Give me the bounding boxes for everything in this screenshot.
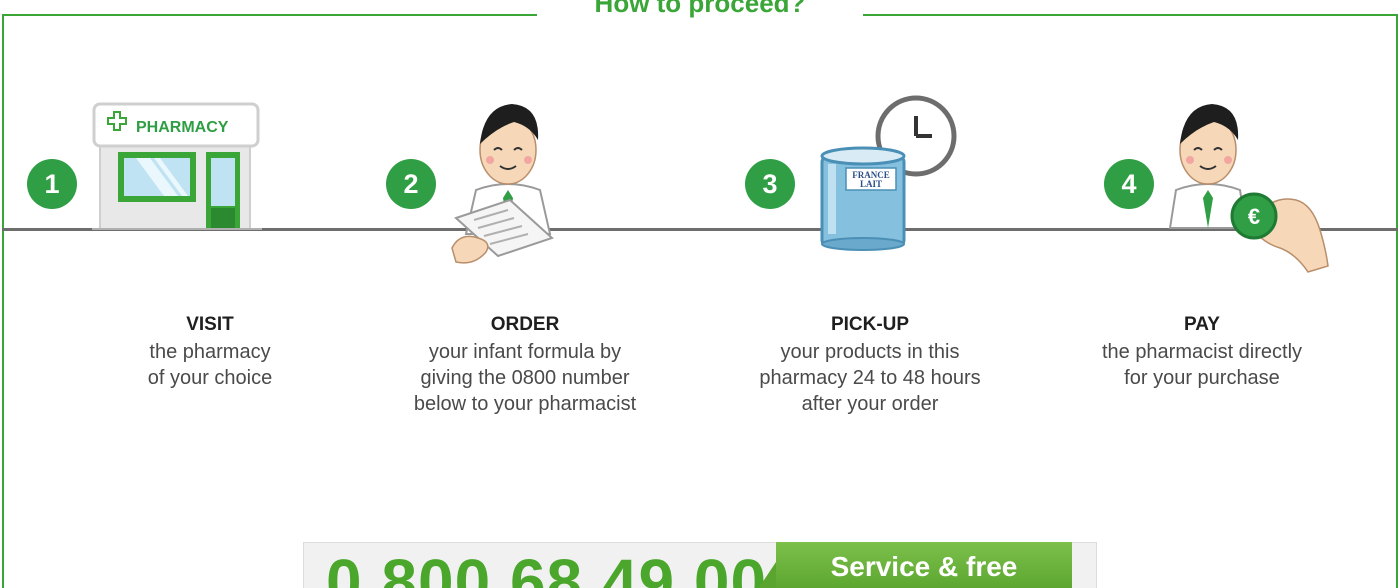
section-title: How to proceed? [536,0,864,20]
step-badge-1: 1 [27,159,77,209]
step-title-visit: VISIT [186,314,234,335]
step-description-visit: the pharmacy of your choice [147,341,273,389]
step-badge-3: 3 [745,159,795,209]
pharmacist-with-document-icon [451,104,554,264]
step-badge-4: 4 [1104,159,1154,209]
step-description-pay: the pharmacist directly for your purchas… [1101,341,1303,389]
step-badge-2: 2 [386,159,436,209]
coin-symbol: € [1248,204,1260,229]
pharmacist-with-coin-icon: € [1168,104,1329,273]
step-description-order: your infant formula by giving the 0800 n… [413,341,637,415]
phone-number[interactable]: 0 800 68 49 00 [326,550,767,588]
can-label-line2: LAIT [860,179,882,189]
step-text-2: ORDER your infant formula by giving the … [360,312,690,417]
formula-can-and-clock-icon: FRANCE LAIT [820,95,957,251]
step-title-pickup: PICK-UP [830,314,910,335]
pharmacy-sign-text: PHARMACY [136,119,229,136]
title-wrap: How to proceed? [0,0,1400,28]
pharmacy-storefront-icon: PHARMACY [92,102,262,230]
step-title-pay: PAY [1184,314,1220,335]
step-text-3: PICK-UP your products in this pharmacy 2… [705,312,1035,417]
service-free-tag: Service & free [756,542,1072,588]
step-description-pickup: your products in this pharmacy 24 to 48 … [759,341,981,415]
step-text-4: PAY the pharmacist directly for your pur… [1037,312,1367,391]
step-text-1: VISIT the pharmacy of your choice [45,312,375,391]
step-title-order: ORDER [490,314,560,335]
